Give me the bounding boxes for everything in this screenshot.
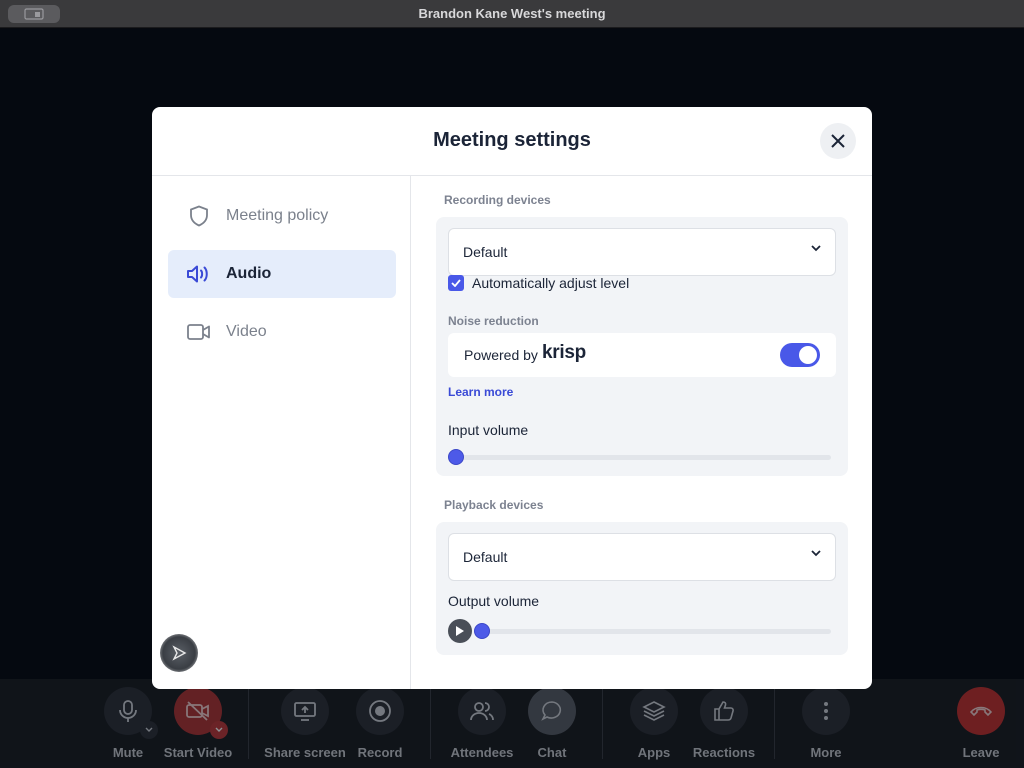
output-volume-slider[interactable] (474, 622, 831, 640)
cursor-indicator (160, 634, 198, 672)
toolbar-divider (602, 689, 603, 759)
close-button[interactable] (820, 123, 856, 159)
output-volume-label: Output volume (448, 593, 540, 609)
slider-track (474, 629, 831, 634)
reactions-button[interactable]: Reactions (679, 687, 769, 760)
dialog-title: Meeting settings (433, 129, 591, 151)
video-camera-icon (186, 319, 212, 345)
recording-device-select[interactable]: Default (448, 228, 836, 276)
sidebar-item-label: Meeting policy (226, 207, 329, 224)
slider-thumb[interactable] (474, 623, 490, 639)
auto-adjust-label: Automatically adjust level (472, 275, 630, 291)
window-titlebar: Brandon Kane West's meeting (0, 0, 1024, 28)
sidebar-item-label: Audio (226, 265, 272, 282)
audio-settings-panel: Recording devices Default Automatically … (412, 176, 872, 689)
checkmark-icon (451, 279, 461, 287)
chevron-down-icon (811, 245, 821, 252)
meeting-toolbar: Mute Start Video Share screen Record Att… (0, 679, 1024, 768)
record-label: Record (357, 745, 403, 760)
pointer-icon (172, 645, 187, 661)
playback-devices-heading: Playback devices (444, 498, 544, 512)
thumbs-up-icon (714, 701, 734, 721)
more-label: More (810, 745, 842, 760)
video-options-chevron[interactable] (210, 721, 228, 739)
playback-device-select[interactable]: Default (448, 533, 836, 581)
microphone-icon (119, 700, 137, 722)
noise-reduction-toggle[interactable] (780, 343, 820, 367)
chat-button[interactable]: Chat (507, 687, 597, 760)
play-icon (456, 626, 464, 636)
start-video-label: Start Video (163, 745, 233, 760)
noise-reduction-row: Powered by krisp (448, 333, 836, 377)
start-video-button[interactable]: Start Video (153, 687, 243, 760)
learn-more-link[interactable]: Learn more (448, 385, 513, 399)
recording-device-value: Default (463, 244, 508, 260)
record-icon (369, 700, 391, 722)
settings-sidebar: Meeting policy Audio Video (152, 176, 411, 689)
chat-label: Chat (537, 745, 567, 760)
slider-thumb[interactable] (448, 449, 464, 465)
auto-adjust-checkbox-row[interactable]: Automatically adjust level (448, 275, 629, 291)
recording-devices-heading: Recording devices (444, 193, 551, 207)
more-vertical-icon (824, 702, 828, 720)
sidebar-item-video[interactable]: Video (168, 308, 396, 356)
toolbar-divider (774, 689, 775, 759)
meeting-settings-dialog: Meeting settings Meeting policy Audio Vi… (152, 107, 872, 689)
shield-icon (186, 203, 212, 229)
sidebar-item-label: Video (226, 323, 267, 340)
slider-track (448, 455, 831, 460)
playback-card: Default Output volume (436, 522, 848, 655)
playback-device-value: Default (463, 549, 508, 565)
leave-button[interactable]: Leave (936, 687, 1024, 760)
share-screen-icon (294, 702, 316, 721)
krisp-logo: krisp (542, 342, 586, 363)
recording-card: Default Automatically adjust level Noise… (436, 217, 848, 476)
dialog-header: Meeting settings (152, 107, 872, 176)
auto-adjust-checkbox[interactable] (448, 275, 464, 291)
chevron-down-icon (145, 727, 153, 732)
chat-icon (541, 701, 562, 721)
speaker-icon (186, 261, 212, 287)
test-speaker-button[interactable] (448, 619, 472, 643)
input-volume-slider[interactable] (448, 448, 831, 466)
toolbar-divider (430, 689, 431, 759)
record-button[interactable]: Record (335, 687, 425, 760)
toolbar-divider (248, 689, 249, 759)
leave-label: Leave (962, 745, 1000, 760)
video-off-icon (186, 701, 209, 721)
apps-layers-icon (642, 701, 666, 721)
sidebar-item-meeting-policy[interactable]: Meeting policy (168, 192, 396, 240)
chevron-down-icon (811, 550, 821, 557)
input-volume-label: Input volume (448, 422, 529, 438)
attendees-icon (470, 702, 494, 721)
noise-reduction-heading: Noise reduction (448, 314, 539, 328)
hang-up-icon (969, 706, 993, 717)
window-title: Brandon Kane West's meeting (418, 6, 606, 21)
reactions-label: Reactions (692, 745, 756, 760)
close-icon (831, 134, 845, 148)
chevron-down-icon (215, 727, 223, 732)
more-button[interactable]: More (781, 687, 871, 760)
sidebar-item-audio[interactable]: Audio (168, 250, 396, 298)
powered-by-text: Powered by (464, 347, 538, 363)
toggle-knob (799, 346, 817, 364)
